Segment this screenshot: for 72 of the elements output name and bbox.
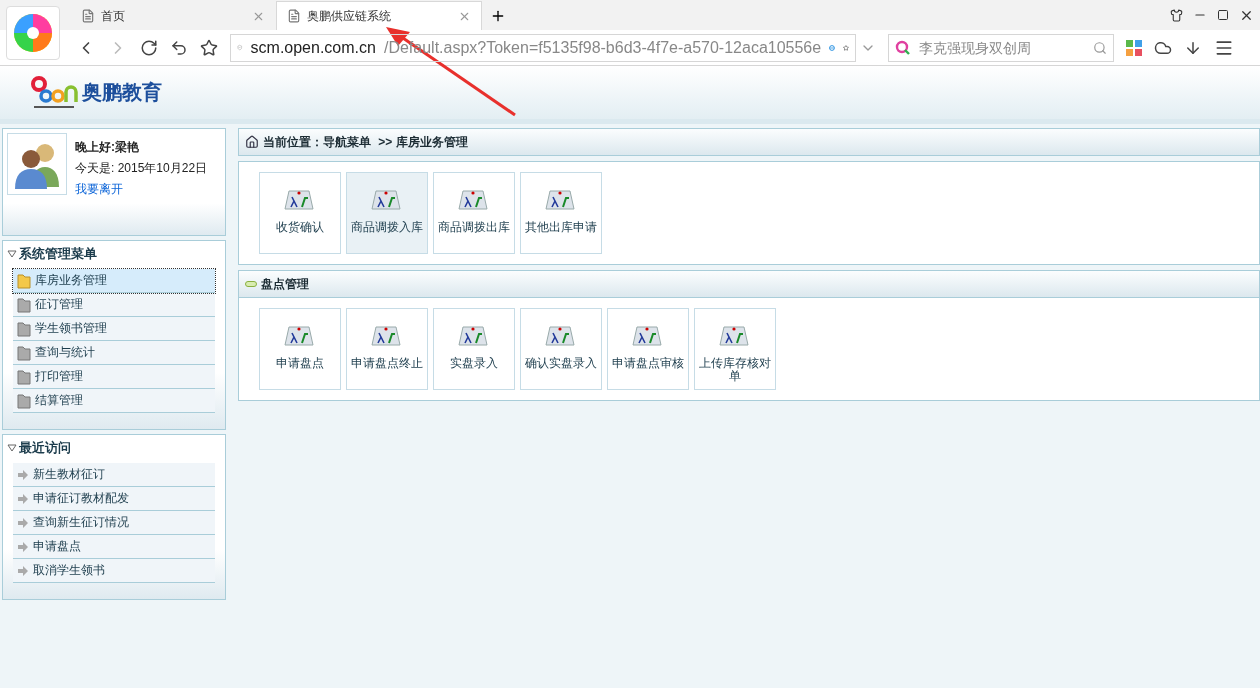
arrow-icon: [17, 541, 29, 552]
cube-icon: [457, 189, 491, 211]
cube-icon: [457, 325, 491, 347]
function-tile[interactable]: 其他出库申请: [520, 172, 602, 254]
pinwheel-icon: [12, 12, 54, 54]
cube-icon: [283, 189, 317, 211]
recent-item[interactable]: 取消学生领书: [13, 559, 215, 583]
folder-icon: [17, 344, 31, 361]
folder-icon: [17, 392, 31, 409]
recent-item[interactable]: 新生教材征订: [13, 463, 215, 487]
search-icon[interactable]: [1093, 40, 1107, 55]
menu-item[interactable]: 征订管理: [13, 293, 215, 317]
cube-icon: [718, 325, 752, 347]
browser-logo[interactable]: [6, 6, 60, 60]
folder-icon: [17, 320, 31, 337]
cube-icon: [370, 189, 404, 211]
menu-item[interactable]: 打印管理: [13, 365, 215, 389]
undo-icon[interactable]: [170, 38, 188, 57]
logout-link[interactable]: 我要离开: [75, 181, 208, 198]
panel-title: 最近访问: [19, 439, 71, 457]
reload-icon[interactable]: [140, 38, 158, 57]
function-tile[interactable]: 商品调拨入库: [346, 172, 428, 254]
folder-icon: [17, 296, 31, 313]
function-tile[interactable]: 申请盘点终止: [346, 308, 428, 390]
bookmark-icon[interactable]: [200, 38, 218, 57]
menu-item[interactable]: 查询与统计: [13, 341, 215, 365]
apps-grid-icon[interactable]: [1126, 39, 1142, 56]
menu-item[interactable]: 学生领书管理: [13, 317, 215, 341]
browser-tab[interactable]: 奥鹏供应链系统: [276, 1, 482, 30]
search-field[interactable]: 李克强现身双创周: [888, 33, 1114, 62]
cube-icon: [370, 325, 404, 347]
function-tile[interactable]: 实盘录入: [433, 308, 515, 390]
maximize-icon[interactable]: [1217, 9, 1229, 21]
cube-icon: [631, 325, 665, 347]
collapse-icon[interactable]: [7, 444, 17, 452]
url-host: scm.open.com.cn: [250, 38, 376, 57]
cube-icon: [283, 325, 317, 347]
function-tile[interactable]: 申请盘点审核: [607, 308, 689, 390]
new-tab-icon[interactable]: [490, 8, 506, 24]
section-title: 盘点管理: [261, 275, 309, 293]
page-icon: [81, 9, 95, 23]
cube-icon: [544, 189, 578, 211]
folder-icon: [17, 272, 31, 289]
cube-icon: [544, 325, 578, 347]
menu-item[interactable]: 库房业务管理: [13, 269, 215, 293]
function-tile[interactable]: 申请盘点: [259, 308, 341, 390]
recent-item[interactable]: 查询新生征订情况: [13, 511, 215, 535]
greeting-text: 晚上好:梁艳: [75, 139, 140, 156]
arrow-icon: [17, 517, 29, 528]
function-tile[interactable]: 确认实盘录入: [520, 308, 602, 390]
home-icon: [245, 135, 259, 149]
search-engine-icon: [895, 39, 911, 56]
logo-text: 奥鹏教育: [82, 80, 162, 105]
open-logo-icon: [30, 75, 78, 110]
recent-item[interactable]: 申请盘点: [13, 535, 215, 559]
function-tile[interactable]: 收货确认: [259, 172, 341, 254]
folder-icon: [17, 368, 31, 385]
shirt-icon[interactable]: [1170, 8, 1183, 22]
recent-item[interactable]: 申请征订教材配发: [13, 487, 215, 511]
date-text: 今天是: 2015年10月22日: [75, 160, 208, 177]
breadcrumb-current: >> 库房业务管理: [377, 133, 468, 151]
function-tile[interactable]: 上传库存核对单: [694, 308, 776, 390]
menu-item[interactable]: 结算管理: [13, 389, 215, 413]
breadcrumb-text: 当前位置：导航菜单: [263, 133, 371, 151]
panel-title: 系统管理菜单: [19, 245, 97, 263]
arrow-icon: [17, 493, 29, 504]
page-icon: [287, 9, 301, 23]
collapse-icon[interactable]: [7, 250, 17, 258]
arrow-icon: [17, 469, 29, 480]
function-tile[interactable]: 商品调拨出库: [433, 172, 515, 254]
browser-tab[interactable]: 首页: [70, 1, 276, 30]
arrow-icon: [17, 565, 29, 576]
